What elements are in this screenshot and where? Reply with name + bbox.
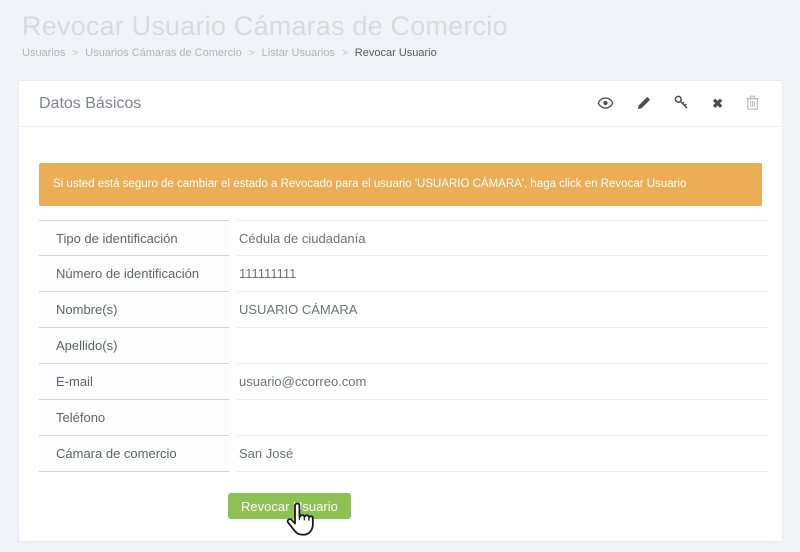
field-value bbox=[237, 400, 768, 436]
field-value: USUARIO CÁMARA bbox=[237, 292, 768, 328]
field-label: Tipo de identificación bbox=[39, 220, 229, 256]
user-fields-table: Tipo de identificación Cédula de ciudada… bbox=[39, 220, 768, 472]
key-icon bbox=[674, 95, 689, 112]
revoke-warning-alert: Si usted está seguro de cambiar el estad… bbox=[39, 163, 762, 206]
edit-button[interactable] bbox=[634, 94, 654, 114]
table-row: Tipo de identificación Cédula de ciudada… bbox=[39, 220, 768, 256]
datos-basicos-card: Datos Básicos ✖ Si usted está seguro de … bbox=[18, 80, 783, 542]
field-value: San José bbox=[237, 436, 768, 472]
field-label: Número de identificación bbox=[39, 256, 229, 292]
page-header: Revocar Usuario Cámaras de Comercio Usua… bbox=[0, 0, 800, 59]
permissions-button[interactable] bbox=[671, 93, 692, 114]
field-value: Cédula de ciudadanía bbox=[237, 220, 768, 256]
table-row: Teléfono bbox=[39, 400, 768, 436]
table-row: E-mail usuario@ccorreo.com bbox=[39, 364, 768, 400]
breadcrumb-item-listar-usuarios[interactable]: Listar Usuarios bbox=[262, 47, 335, 59]
action-area: Revocar Usuario bbox=[19, 493, 782, 519]
breadcrumb-item-usuarios[interactable]: Usuarios bbox=[22, 47, 65, 59]
breadcrumb: Usuarios > Usuarios Cámaras de Comercio … bbox=[22, 47, 778, 59]
table-row: Número de identificación 111111111 bbox=[39, 256, 768, 292]
field-value: usuario@ccorreo.com bbox=[237, 364, 768, 400]
card-header: Datos Básicos ✖ bbox=[19, 81, 782, 127]
breadcrumb-item-usuarios-camaras[interactable]: Usuarios Cámaras de Comercio bbox=[85, 47, 242, 59]
trash-icon bbox=[746, 95, 759, 112]
field-value: 111111111 bbox=[237, 256, 768, 292]
revocar-usuario-button[interactable]: Revocar Usuario bbox=[228, 493, 351, 519]
field-label: Teléfono bbox=[39, 400, 229, 436]
card-toolbar: ✖ bbox=[594, 93, 762, 114]
page-title: Revocar Usuario Cámaras de Comercio bbox=[22, 11, 508, 41]
x-icon: ✖ bbox=[712, 96, 723, 111]
breadcrumb-separator: > bbox=[248, 47, 255, 59]
field-label: E-mail bbox=[39, 364, 229, 400]
deactivate-button[interactable]: ✖ bbox=[709, 95, 726, 112]
field-label: Cámara de comercio bbox=[39, 436, 229, 472]
table-row: Apellido(s) bbox=[39, 328, 768, 364]
eye-icon bbox=[597, 96, 614, 111]
card-title: Datos Básicos bbox=[39, 94, 142, 112]
breadcrumb-item-revocar-usuario: Revocar Usuario bbox=[354, 47, 437, 59]
breadcrumb-separator: > bbox=[341, 47, 348, 59]
view-button[interactable] bbox=[594, 95, 617, 113]
pencil-icon bbox=[637, 96, 651, 112]
field-value bbox=[237, 328, 768, 364]
table-row: Nombre(s) USUARIO CÁMARA bbox=[39, 292, 768, 328]
breadcrumb-separator: > bbox=[72, 47, 79, 59]
table-row: Cámara de comercio San José bbox=[39, 436, 768, 472]
field-label: Nombre(s) bbox=[39, 292, 229, 328]
field-label: Apellido(s) bbox=[39, 328, 229, 364]
delete-button[interactable] bbox=[743, 93, 762, 114]
